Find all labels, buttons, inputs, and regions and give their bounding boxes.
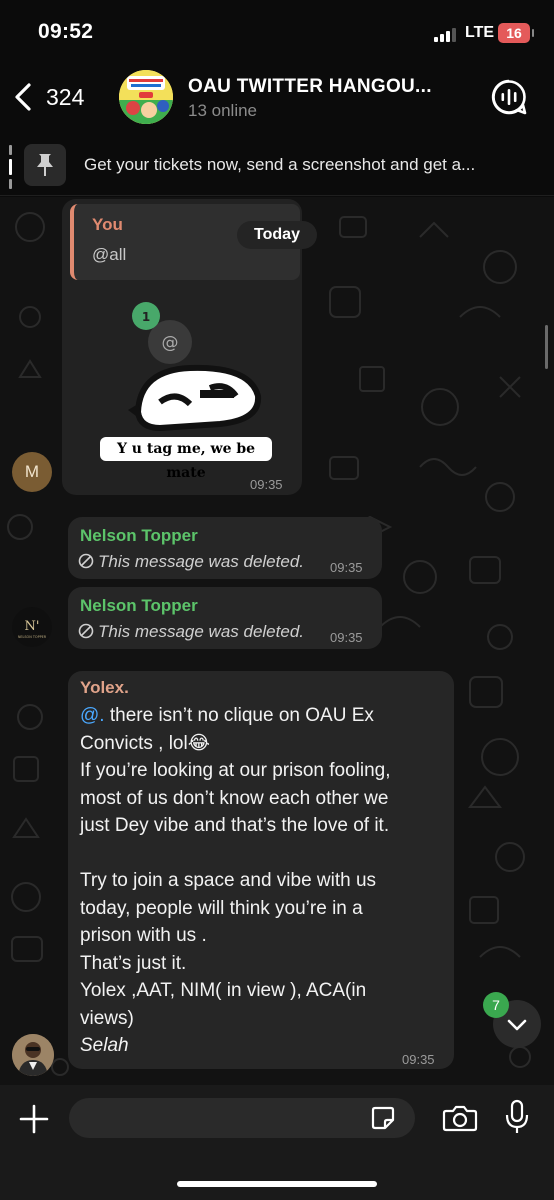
home-indicator <box>177 1181 377 1187</box>
message-input[interactable] <box>69 1098 415 1138</box>
group-title[interactable]: OAU TWITTER HANGOU... <box>188 76 432 98</box>
deleted-message-text: This message was deleted. <box>78 552 304 572</box>
message-composer <box>0 1085 554 1200</box>
group-avatar-image <box>119 70 173 124</box>
signal-icon <box>434 26 456 42</box>
deleted-icon <box>78 623 94 639</box>
mention-link[interactable]: @. <box>80 705 105 726</box>
pinned-message-bar[interactable]: Get your tickets now, send a screenshot … <box>0 140 554 196</box>
status-bar: 09:52 LTE 16 <box>0 0 554 60</box>
svg-text:NELSON TOPPER: NELSON TOPPER <box>18 635 47 639</box>
sender-name[interactable]: Nelson Topper <box>80 596 198 616</box>
back-arrow-icon[interactable] <box>12 82 38 112</box>
deleted-message-text: This message was deleted. <box>78 622 304 642</box>
battery-icon: 16 <box>498 23 534 43</box>
sticker-badge: 1 <box>142 310 150 324</box>
online-count: 13 online <box>188 101 258 120</box>
attach-plus-icon[interactable] <box>18 1103 50 1135</box>
unread-badge: 7 <box>483 992 509 1018</box>
pinned-indicator <box>9 145 12 189</box>
unread-count[interactable]: 324 <box>46 84 84 111</box>
network-label: LTE <box>465 24 495 41</box>
pinned-text: Get your tickets now, send a screenshot … <box>84 155 476 174</box>
sender-name[interactable]: Yolex. <box>80 678 129 698</box>
avatar-photo <box>12 1034 54 1076</box>
chat-area[interactable]: You @all Today @ 1 Y u tag me, we be mat… <box>0 197 554 1085</box>
message-time: 09:35 <box>250 477 283 492</box>
date-chip: Today <box>237 221 317 249</box>
chat-header: 324 OAU TWITTER HANGOU... 13 online <box>0 60 554 136</box>
pin-icon <box>24 144 66 186</box>
scroll-indicator[interactable] <box>545 325 548 369</box>
avatar[interactable]: M <box>12 452 52 492</box>
nelson-topper-logo: N' NELSON TOPPER <box>18 619 47 639</box>
sender-name[interactable]: Nelson Topper <box>80 526 198 546</box>
message-time: 09:35 <box>330 630 363 645</box>
status-time: 09:52 <box>38 20 94 43</box>
sticker-caption: Y u tag me, we be mate <box>100 437 272 481</box>
avatar[interactable] <box>12 1034 54 1076</box>
sticker-icon[interactable] <box>370 1105 396 1131</box>
message-time: 09:35 <box>330 560 363 575</box>
svg-text:N': N' <box>25 619 40 634</box>
deleted-icon <box>78 553 94 569</box>
message-text: @. there isn’t no clique on OAU Ex Convi… <box>80 705 391 1056</box>
camera-icon[interactable] <box>442 1103 478 1133</box>
sticker-mention: @ <box>162 333 179 353</box>
group-avatar[interactable] <box>119 70 173 124</box>
microphone-icon[interactable] <box>504 1099 530 1135</box>
voice-chat-icon[interactable] <box>490 78 528 116</box>
message-time: 09:35 <box>402 1052 435 1067</box>
reply-sender: You <box>92 215 123 234</box>
reply-text: @all <box>92 245 127 264</box>
avatar[interactable]: N' NELSON TOPPER <box>12 607 52 647</box>
